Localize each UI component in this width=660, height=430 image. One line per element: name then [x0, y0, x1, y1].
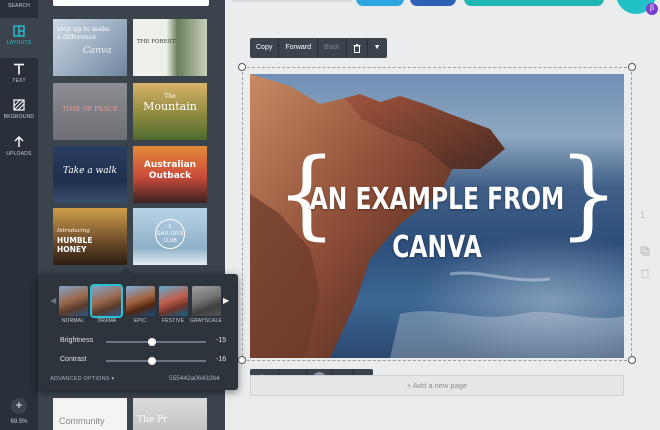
- template-thumb[interactable]: THE FOREST: [133, 19, 207, 76]
- filter-code: 555442a06432b4: [169, 375, 220, 382]
- brightness-knob[interactable]: [148, 338, 156, 346]
- template-thumb[interactable]: Australian Outback: [133, 146, 207, 203]
- top-button-1[interactable]: [356, 0, 404, 6]
- rail-uploads-label: UPLOADS: [6, 151, 32, 157]
- rail-text-label: TEXT: [12, 78, 26, 84]
- page-number: 1: [640, 210, 646, 220]
- rail-layouts[interactable]: LAYOUTS: [0, 18, 38, 58]
- filter-epic[interactable]: [126, 286, 155, 316]
- beta-badge: β: [646, 3, 658, 15]
- template-thumb[interactable]: The Pr: [133, 398, 207, 430]
- template-thumb[interactable]: TIME OF PEACE: [53, 83, 127, 140]
- design-canvas[interactable]: { } AN EXAMPLE FROM CANVA: [250, 74, 624, 358]
- zoom-level: 69.5%: [10, 419, 28, 425]
- brightness-label: Brightness: [60, 337, 94, 344]
- advanced-options-toggle[interactable]: ADVANCED OPTIONS ▾: [50, 376, 114, 382]
- filter-popover: ◀ ▶ NORMAL DRAMA EPIC FESTIVE GRAYSCALE …: [38, 266, 238, 390]
- add-page-button[interactable]: + Add a new page: [250, 375, 624, 396]
- back-button[interactable]: Back: [318, 38, 347, 58]
- forward-button[interactable]: Forward: [279, 38, 319, 58]
- more-dropdown[interactable]: ▼: [368, 38, 387, 58]
- uploads-icon: [14, 136, 24, 147]
- template-thumb[interactable]: 5 SAILORS CLUB: [133, 208, 207, 265]
- search-input[interactable]: [53, 0, 209, 6]
- left-rail: SEARCH LAYOUTS TEXT BKGROUND UPLOADS + 6…: [0, 0, 38, 430]
- filter-festive[interactable]: [159, 286, 188, 316]
- contrast-label: Contrast: [60, 356, 87, 363]
- text-icon: [14, 63, 24, 75]
- background-icon: [13, 99, 25, 111]
- delete-page-icon[interactable]: [640, 268, 650, 278]
- trash-icon: [353, 44, 361, 53]
- copy-button[interactable]: Copy: [250, 38, 280, 58]
- top-button-3[interactable]: [464, 0, 604, 6]
- rail-text[interactable]: TEXT: [0, 58, 38, 98]
- duplicate-page-icon[interactable]: [640, 246, 650, 256]
- rail-background-label: BKGROUND: [3, 114, 35, 120]
- rail-background[interactable]: BKGROUND: [0, 94, 38, 134]
- layouts-icon: [13, 25, 25, 37]
- brightness-value: -15: [216, 337, 227, 344]
- rail-search[interactable]: SEARCH: [0, 0, 38, 18]
- filter-drama[interactable]: [90, 284, 123, 318]
- zoom-add-button[interactable]: +: [11, 398, 27, 414]
- template-thumb[interactable]: Community: [53, 398, 127, 430]
- template-thumb[interactable]: step up to make a difference Canva: [53, 19, 127, 76]
- filter-normal[interactable]: [59, 286, 88, 316]
- template-thumb[interactable]: Introducing HUMBLE HONEY: [53, 208, 127, 265]
- rail-search-label: SEARCH: [7, 3, 31, 9]
- chevron-down-icon: ▼: [373, 44, 381, 51]
- contrast-slider[interactable]: [106, 357, 206, 365]
- element-toolbar: Copy Forward Back ▼: [250, 38, 387, 58]
- contrast-knob[interactable]: [148, 357, 156, 365]
- template-thumb[interactable]: Take a walk: [53, 146, 127, 203]
- resize-handle[interactable]: [628, 63, 636, 71]
- brightness-slider[interactable]: [106, 338, 206, 346]
- resize-handle[interactable]: [628, 356, 636, 364]
- top-button-2[interactable]: [410, 0, 456, 6]
- canvas-headline-line2[interactable]: CANVA: [291, 230, 583, 265]
- chevron-right-icon[interactable]: ▶: [223, 296, 229, 305]
- delete-button[interactable]: [347, 38, 368, 58]
- contrast-value: -16: [216, 356, 227, 363]
- canvas-headline-line1[interactable]: AN EXAMPLE FROM: [291, 182, 583, 217]
- design-title[interactable]: [232, 0, 352, 2]
- template-thumb[interactable]: The Mountain: [133, 83, 207, 140]
- filter-grayscale[interactable]: [192, 286, 221, 316]
- resize-handle[interactable]: [238, 63, 246, 71]
- rail-uploads[interactable]: UPLOADS: [0, 131, 38, 171]
- chevron-left-icon[interactable]: ◀: [50, 296, 56, 305]
- rail-layouts-label: LAYOUTS: [6, 40, 32, 46]
- resize-handle[interactable]: [238, 356, 246, 364]
